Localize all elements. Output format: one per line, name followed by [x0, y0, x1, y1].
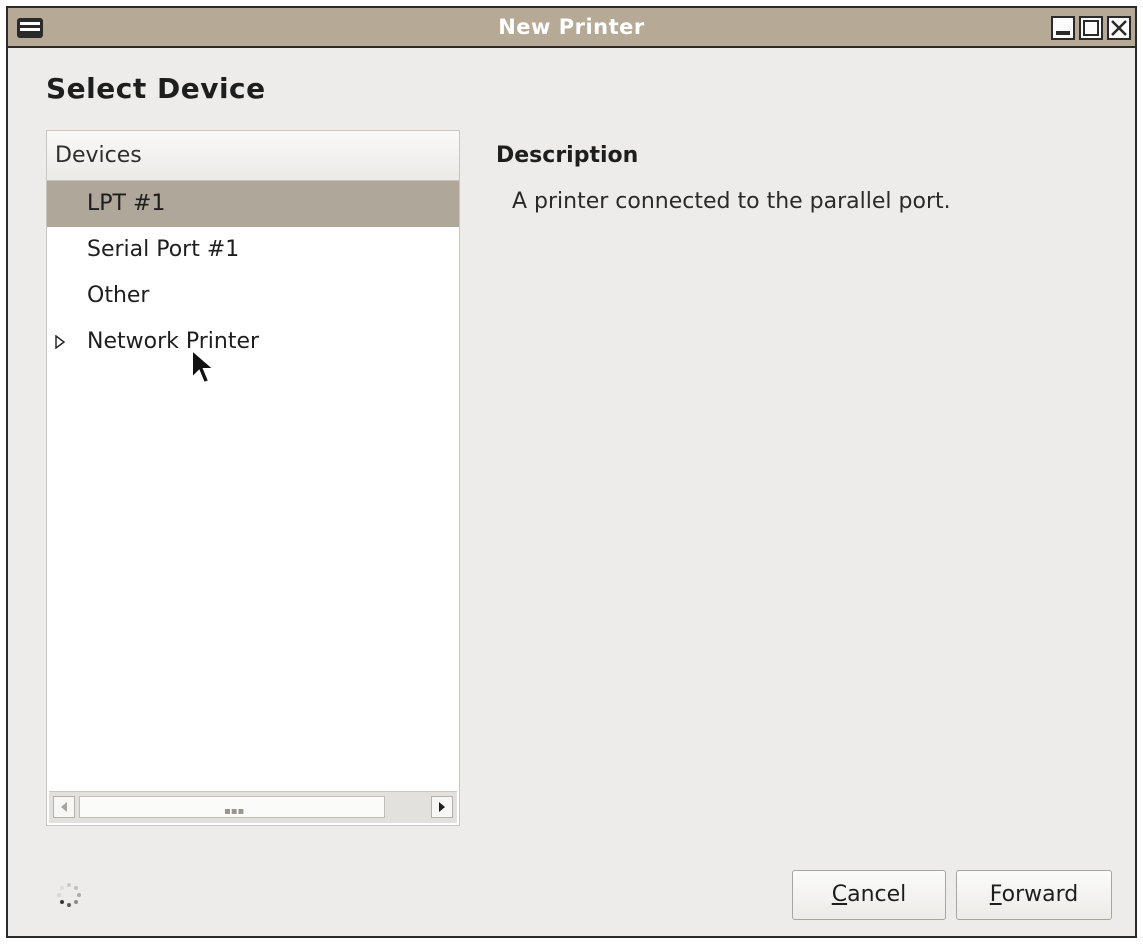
close-icon[interactable]	[1107, 16, 1131, 40]
grip-icon: ▪▪▪	[224, 806, 245, 817]
new-printer-window: New Printer Select Device Devices LPT #1…	[6, 6, 1137, 938]
title-bar[interactable]: New Printer	[8, 8, 1135, 48]
window-title: New Printer	[498, 15, 645, 39]
scrollbar-thumb[interactable]: ▪▪▪	[79, 796, 385, 818]
spinner-icon	[56, 882, 82, 908]
minimize-icon[interactable]	[1051, 16, 1075, 40]
page-title: Select Device	[46, 72, 266, 105]
forward-label: orward	[1001, 882, 1079, 907]
device-item-label: Serial Port #1	[87, 237, 240, 262]
device-item-label: Other	[87, 283, 150, 308]
scroll-right-icon[interactable]	[431, 796, 453, 818]
forward-button[interactable]: Forward	[956, 870, 1112, 920]
device-item-network-printer[interactable]: Network Printer	[47, 319, 459, 365]
devices-column-header[interactable]: Devices	[47, 131, 459, 181]
device-item-serial-port[interactable]: Serial Port #1	[47, 227, 459, 273]
cancel-label: ancel	[847, 882, 907, 907]
description-text: A printer connected to the parallel port…	[512, 189, 951, 214]
device-item-lpt1[interactable]: LPT #1	[47, 181, 459, 227]
cancel-mnemonic: C	[831, 882, 848, 907]
maximize-icon[interactable]	[1079, 16, 1103, 40]
forward-mnemonic: F	[989, 882, 1002, 907]
device-item-label: Network Printer	[87, 329, 260, 354]
description-heading: Description	[496, 143, 639, 168]
cancel-button[interactable]: Cancel	[792, 870, 946, 920]
device-tree[interactable]: Devices LPT #1 Serial Port #1 Other Netw…	[46, 130, 460, 826]
expand-triangle-icon[interactable]	[55, 335, 65, 349]
scroll-left-icon[interactable]	[53, 796, 75, 818]
horizontal-scrollbar[interactable]: ▪▪▪	[49, 791, 457, 823]
device-item-label: LPT #1	[87, 191, 166, 216]
mouse-cursor-icon	[190, 348, 218, 392]
device-item-other[interactable]: Other	[47, 273, 459, 319]
